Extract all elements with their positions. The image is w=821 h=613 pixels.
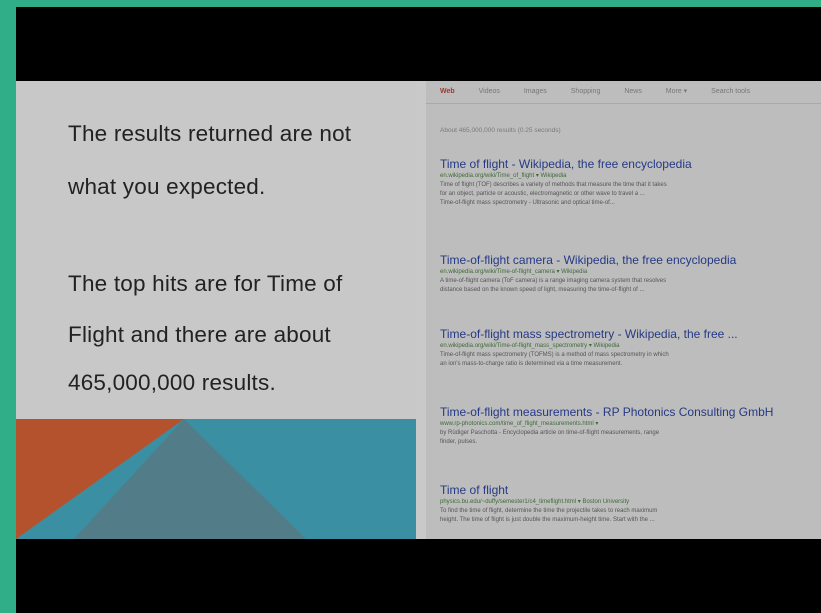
result-url[interactable]: www.rp-photonics.com/time_of_flight_meas… <box>440 420 821 429</box>
result-snippet: distance based on the known speed of lig… <box>440 287 645 293</box>
result-url[interactable]: en.wikipedia.org/wiki/Time_of_flight ▾ W… <box>440 172 821 181</box>
result-title-link[interactable]: Time-of-flight measurements - RP Photoni… <box>440 405 821 420</box>
tab-news[interactable]: News <box>624 88 642 95</box>
result-url[interactable]: en.wikipedia.org/wiki/Time-of-flight_mas… <box>440 342 821 351</box>
search-result: Time of flight - Wikipedia, the free enc… <box>440 157 821 208</box>
result-title-link[interactable]: Time-of-flight mass spectrometry - Wikip… <box>440 327 821 342</box>
result-url[interactable]: physics.bu.edu/~duffy/semester1/c4_timef… <box>440 498 821 507</box>
search-result: Time-of-flight measurements - RP Photoni… <box>440 405 821 447</box>
result-snippet: To find the time of flight, determine th… <box>440 508 658 514</box>
slide-text-pane: The results returned are not what you ex… <box>16 81 416 539</box>
search-results-screenshot: Web Videos Images Shopping News More ▾ S… <box>426 81 821 539</box>
search-result: Time-of-flight camera - Wikipedia, the f… <box>440 253 821 295</box>
tab-shopping[interactable]: Shopping <box>571 88 601 95</box>
decorative-shapes <box>16 419 416 539</box>
video-frame: The results returned are not what you ex… <box>16 7 821 613</box>
result-url[interactable]: en.wikipedia.org/wiki/Time-of-flight_cam… <box>440 268 821 277</box>
result-title-link[interactable]: Time of flight - Wikipedia, the free enc… <box>440 157 821 172</box>
tab-web[interactable]: Web <box>440 88 455 95</box>
result-snippet: A time-of-flight camera (ToF camera) is … <box>440 278 667 284</box>
tab-videos[interactable]: Videos <box>479 88 500 95</box>
tab-search-tools[interactable]: Search tools <box>711 88 750 95</box>
result-snippet: by Rüdiger Paschotta - Encyclopedia arti… <box>440 430 660 436</box>
tabs-divider <box>426 103 821 104</box>
tab-images[interactable]: Images <box>524 88 547 95</box>
result-snippet: Time-of-flight mass spectrometry (TOFMS)… <box>440 352 669 358</box>
result-stats: About 465,000,000 results (0.25 seconds) <box>440 127 561 134</box>
result-snippet: an ion's mass-to-charge ratio is determi… <box>440 361 623 367</box>
result-snippet: Time-of-flight mass spectrometry - Ultra… <box>440 200 615 206</box>
result-title-link[interactable]: Time-of-flight camera - Wikipedia, the f… <box>440 253 821 268</box>
search-result: Time-of-flight mass spectrometry - Wikip… <box>440 327 821 369</box>
result-snippet: height. The time of flight is just doubl… <box>440 517 655 523</box>
tab-more[interactable]: More ▾ <box>666 87 687 95</box>
presentation-slide: The results returned are not what you ex… <box>16 81 821 539</box>
search-result: Time of flight physics.bu.edu/~duffy/sem… <box>440 483 821 525</box>
result-snippet: for an object, particle or acoustic, ele… <box>440 191 645 197</box>
result-snippet: Time of flight (TOF) describes a variety… <box>440 182 667 188</box>
result-title-link[interactable]: Time of flight <box>440 483 821 498</box>
result-snippet: finder, pulses. <box>440 439 478 445</box>
search-tabs: Web Videos Images Shopping News More ▾ S… <box>440 87 772 95</box>
